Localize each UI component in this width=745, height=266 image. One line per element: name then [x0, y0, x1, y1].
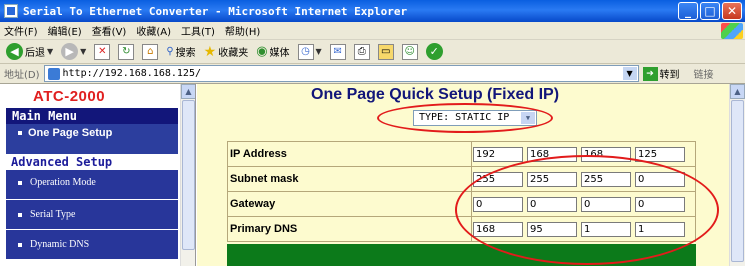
scroll-up-icon[interactable]: ▲ — [181, 84, 195, 99]
favorites-label: 收藏夹 — [218, 48, 249, 59]
url-input[interactable] — [62, 68, 623, 79]
media-icon: ◉ — [256, 44, 268, 59]
menu-favorites[interactable]: 收藏(A) — [136, 23, 171, 38]
bullet-icon — [18, 180, 22, 185]
stop-icon: ✕ — [94, 43, 111, 60]
sidebar-item-label: Dynamic DNS — [30, 239, 90, 250]
search-label: 搜索 — [175, 48, 196, 59]
media-label: 媒体 — [269, 48, 290, 59]
search-icon: ⚲ — [166, 46, 174, 57]
menu-bar: 文件(F) 编辑(E) 查看(V) 收藏(A) 工具(T) 帮助(H) — [0, 22, 745, 40]
scroll-thumb[interactable] — [182, 100, 195, 250]
main-frame: One Page Quick Setup (Fixed IP) TYPE: ST… — [197, 84, 745, 266]
history-dropdown-icon[interactable]: ▼ — [316, 47, 322, 56]
address-bar: 地址(D) ▼ ➔ 转到 链接 — [0, 64, 745, 84]
messenger-icon: ☺ — [401, 43, 418, 60]
sidebar-item-one-page-setup[interactable]: One Page Setup — [6, 124, 178, 154]
page-title: One Page Quick Setup (Fixed IP) — [311, 86, 560, 103]
folder-button[interactable]: ▭ — [376, 42, 396, 62]
back-label: 后退 — [25, 48, 45, 59]
search-button[interactable]: ⚲ 搜索 — [164, 42, 197, 62]
print-icon: ⎙ — [353, 43, 370, 60]
forward-button[interactable]: ▶ ▼ — [59, 42, 88, 62]
home-button[interactable]: ⌂ — [140, 42, 160, 62]
scroll-up-icon[interactable]: ▲ — [730, 84, 745, 99]
links-button[interactable]: 链接 — [694, 66, 714, 81]
forward-arrow-icon: ▶ — [61, 43, 79, 60]
red-annotation-ellipse — [455, 155, 719, 265]
menu-file[interactable]: 文件(F) — [4, 23, 38, 38]
sidebar-item-serial-type[interactable]: Serial Type — [6, 200, 178, 230]
refresh-button[interactable]: ↻ — [116, 42, 136, 62]
address-label: 地址(D) — [4, 70, 40, 81]
window-controls: _ □ ✕ — [678, 2, 742, 20]
stop-button[interactable]: ✕ — [92, 42, 112, 62]
print-button[interactable]: ⎙ — [352, 42, 372, 62]
bullet-icon — [18, 242, 22, 247]
primary-dns-label: Primary DNS — [226, 216, 473, 242]
advanced-setup-heading: Advanced Setup — [6, 154, 178, 170]
gateway-label: Gateway — [226, 191, 473, 217]
go-arrow-icon: ➔ — [642, 66, 658, 81]
ip-address-octet-1[interactable] — [473, 146, 524, 162]
ie-app-icon — [4, 4, 18, 18]
mail-button[interactable]: ✉ — [328, 42, 348, 62]
left-nav-frame: ATC-2000 Main Menu One Page Setup Advanc… — [0, 84, 196, 266]
left-frame-scrollbar[interactable]: ▲ — [180, 84, 195, 266]
close-button[interactable]: ✕ — [722, 2, 742, 20]
toolbar: ◀ 后退 ▼ ▶ ▼ ✕ ↻ ⌂ ⚲ 搜索 ★ 收藏夹 ◉ 媒体 ◷ ▼ ✉ ⎙… — [0, 40, 745, 64]
go-button[interactable]: ➔ 转到 — [642, 66, 680, 81]
sidebar-item-operation-mode[interactable]: Operation Mode — [6, 170, 178, 200]
maximize-button[interactable]: □ — [700, 2, 720, 20]
sidebar-item-label: Operation Mode — [30, 177, 96, 188]
page-icon — [47, 67, 60, 80]
forward-dropdown-icon[interactable]: ▼ — [80, 47, 86, 56]
sidebar-item-dynamic-dns[interactable]: Dynamic DNS — [6, 230, 178, 260]
bullet-icon — [18, 212, 22, 217]
refresh-icon: ↻ — [118, 43, 135, 60]
history-icon: ◷ — [297, 43, 314, 60]
window-titlebar: Serial To Ethernet Converter - Microsoft… — [0, 0, 745, 22]
address-field[interactable]: ▼ — [43, 65, 639, 82]
ip-address-label: IP Address — [226, 141, 473, 167]
windows-logo-icon — [721, 23, 743, 39]
window-title: Serial To Ethernet Converter - Microsoft… — [23, 4, 408, 18]
sidebar-item-label: Serial Type — [30, 209, 76, 220]
logo: ATC-2000 — [33, 88, 106, 105]
menu-view[interactable]: 查看(V) — [92, 23, 127, 38]
history-button[interactable]: ◷ ▼ — [296, 42, 324, 62]
address-dropdown-icon[interactable]: ▼ — [622, 67, 637, 80]
minimize-button[interactable]: _ — [678, 2, 698, 20]
go-label: 转到 — [659, 70, 680, 81]
bullet-icon — [18, 131, 22, 136]
edit-icon: ✓ — [425, 43, 443, 60]
star-icon: ★ — [203, 43, 217, 60]
menu-edit[interactable]: 编辑(E) — [48, 23, 82, 38]
main-menu-heading: Main Menu — [6, 108, 178, 124]
favorites-button[interactable]: ★ 收藏夹 — [202, 42, 251, 62]
red-annotation-ellipse — [377, 103, 553, 133]
sidebar-item-label: One Page Setup — [28, 127, 113, 139]
scroll-thumb[interactable] — [731, 100, 744, 262]
menu-help[interactable]: 帮助(H) — [225, 23, 260, 38]
media-button[interactable]: ◉ 媒体 — [254, 42, 291, 62]
back-arrow-icon: ◀ — [6, 43, 23, 60]
menu-tools[interactable]: 工具(T) — [181, 23, 215, 38]
subnet-mask-label: Subnet mask — [226, 166, 473, 192]
mail-icon: ✉ — [329, 43, 346, 60]
back-button[interactable]: ◀ 后退 ▼ — [4, 42, 55, 62]
back-dropdown-icon[interactable]: ▼ — [47, 47, 53, 56]
messenger-button[interactable]: ☺ — [400, 42, 420, 62]
browser-content: ATC-2000 Main Menu One Page Setup Advanc… — [0, 84, 745, 266]
main-frame-scrollbar[interactable]: ▲ — [729, 84, 745, 266]
folder-icon: ▭ — [377, 43, 394, 60]
edit-button[interactable]: ✓ — [424, 42, 445, 62]
home-icon: ⌂ — [142, 43, 159, 60]
